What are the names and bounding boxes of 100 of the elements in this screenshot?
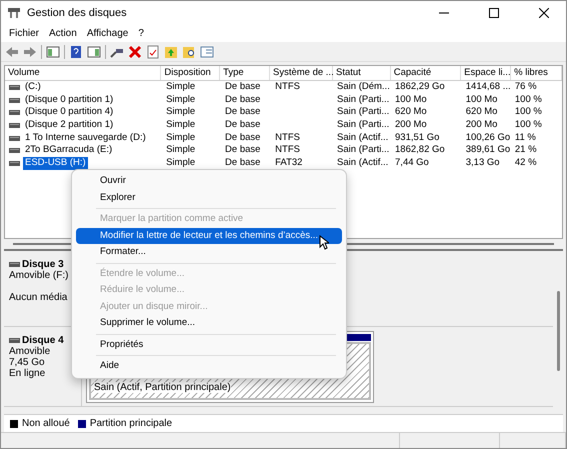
table-cell: 76 % xyxy=(514,81,537,94)
table-cell: 11 % xyxy=(514,132,536,144)
drive-icon xyxy=(9,160,20,166)
menu-item[interactable]: Action xyxy=(45,28,81,38)
menu-option[interactable]: Ouvrir xyxy=(76,173,342,190)
table-cell: Simple xyxy=(166,81,196,94)
table-cell: Sain (Parti... xyxy=(337,144,390,158)
table-cell: De base xyxy=(225,144,260,158)
drive-label[interactable]: (C:) xyxy=(23,81,43,94)
table-cell: Simple xyxy=(166,106,196,120)
maximize-icon[interactable] xyxy=(489,8,499,18)
list-icon[interactable] xyxy=(200,44,214,58)
mouse-cursor-icon xyxy=(319,235,329,250)
table-cell: Sain (Actif... xyxy=(337,132,388,144)
panel-icon[interactable] xyxy=(87,44,101,58)
folder-search-icon[interactable] xyxy=(182,44,196,58)
table-cell: NTFS xyxy=(275,144,300,158)
back-arrow-icon[interactable] xyxy=(5,44,19,58)
table-cell: Simple xyxy=(166,94,196,106)
menu-option[interactable]: Modifier la lettre de lecteur et les chemins d’accès... xyxy=(76,228,342,244)
table-cell: NTFS xyxy=(275,81,300,94)
table-cell: 1862,29 Go xyxy=(395,81,445,94)
menu-option[interactable]: Aide xyxy=(76,358,342,374)
help-icon[interactable] xyxy=(69,44,83,58)
table-cell: De base xyxy=(225,157,260,170)
disk-icon xyxy=(9,338,20,343)
partition-status: Sain (Actif, Partition principale) xyxy=(94,382,231,393)
drive-icon xyxy=(9,136,20,141)
column-header[interactable]: Système de ... xyxy=(270,66,333,80)
table-cell: Sain (Parti... xyxy=(337,119,390,132)
table-cell: 389,61 Go xyxy=(466,144,510,158)
table-cell: 100 Mo xyxy=(395,94,427,106)
table-cell: 200 Mo xyxy=(466,119,498,132)
table-cell: 100,26 Go xyxy=(466,132,510,144)
column-header[interactable]: Espace li... xyxy=(461,66,512,80)
column-header[interactable]: Volume xyxy=(5,66,162,80)
table-cell: 1862,82 Go xyxy=(395,144,445,158)
column-header[interactable]: Capacité xyxy=(390,66,462,80)
drive-icon xyxy=(9,122,20,128)
checklist-icon[interactable] xyxy=(146,44,160,58)
menu-option[interactable]: Supprimer le volume... xyxy=(76,315,342,332)
table-cell: 7,44 Go xyxy=(395,157,429,170)
table-cell: Sain (Actif... xyxy=(337,157,388,170)
column-header[interactable]: % libres xyxy=(511,66,562,80)
menu-item[interactable]: ? xyxy=(134,28,148,38)
drive-icon xyxy=(9,110,20,116)
table-cell: 3,13 Go xyxy=(466,157,500,170)
app-icon xyxy=(7,6,21,18)
drive-label[interactable]: 1 To Interne sauvegarde (D:) xyxy=(23,132,148,144)
media-status: Aucun média xyxy=(9,292,68,303)
legend-label: Non alloué xyxy=(22,418,70,429)
table-cell: De base xyxy=(225,106,260,120)
console-tree-icon[interactable] xyxy=(46,44,60,58)
disk-name: Disque 4 xyxy=(22,335,64,346)
column-header[interactable]: Disposition xyxy=(161,66,220,80)
menu-item[interactable]: Fichier xyxy=(5,28,44,38)
drive-icon xyxy=(9,84,20,90)
delete-icon[interactable] xyxy=(128,44,142,58)
menu-item[interactable]: Affichage xyxy=(82,28,132,38)
table-cell: Sain (Parti... xyxy=(337,94,390,106)
table-cell: De base xyxy=(225,94,260,106)
drive-label[interactable]: (Disque 2 partition 1) xyxy=(23,119,116,132)
table-cell: 100 % xyxy=(514,119,542,132)
menu-option[interactable]: Propriétés xyxy=(76,336,342,353)
table-cell: 931,51 Go xyxy=(395,132,440,144)
table-cell: Sain (Dém... xyxy=(337,81,390,94)
menu-option[interactable]: Formater... xyxy=(76,244,342,260)
drive-label[interactable]: 2To BGarracuda (E:) xyxy=(23,144,114,158)
window-title: Gestion des disques xyxy=(27,6,128,18)
drive-icon xyxy=(9,98,20,103)
table-cell: Simple xyxy=(166,144,196,158)
drive-label[interactable]: ESD-USB (H:) xyxy=(23,157,88,170)
disk-info: Amovible xyxy=(9,346,52,357)
table-cell: Sain (Parti... xyxy=(337,106,390,120)
column-header[interactable]: Statut xyxy=(332,66,391,80)
table-cell: 100 % xyxy=(514,106,542,120)
table-cell: Simple xyxy=(166,157,196,170)
table-cell: Simple xyxy=(166,119,196,132)
table-cell: 1414,68 ... xyxy=(466,81,511,94)
table-cell: 620 Mo xyxy=(466,106,498,120)
legend-label: Partition principale xyxy=(90,418,172,429)
table-cell: Simple xyxy=(166,132,196,144)
table-cell: 100 % xyxy=(514,94,542,106)
forward-arrow-icon[interactable] xyxy=(23,44,37,58)
table-cell: NTFS xyxy=(275,132,300,144)
menu-option[interactable]: Explorer xyxy=(76,190,342,206)
table-cell: 100 Mo xyxy=(466,94,498,106)
close-icon[interactable] xyxy=(539,8,549,18)
drive-label[interactable]: (Disque 0 partition 1) xyxy=(23,94,116,106)
disk-info: 7,45 Go xyxy=(9,357,46,368)
disk-info: Amovible (F:) xyxy=(9,270,70,281)
drive-label[interactable]: (Disque 0 partition 4) xyxy=(23,106,116,120)
table-cell: 620 Mo xyxy=(395,106,427,120)
disk-icon xyxy=(9,262,20,267)
table-cell: De base xyxy=(225,132,260,144)
scrollbar-thumb[interactable] xyxy=(556,291,560,371)
table-cell: De base xyxy=(225,81,260,94)
table-cell: De base xyxy=(225,119,260,132)
column-header[interactable]: Type xyxy=(220,66,270,80)
table-cell: 42 % xyxy=(514,157,537,170)
